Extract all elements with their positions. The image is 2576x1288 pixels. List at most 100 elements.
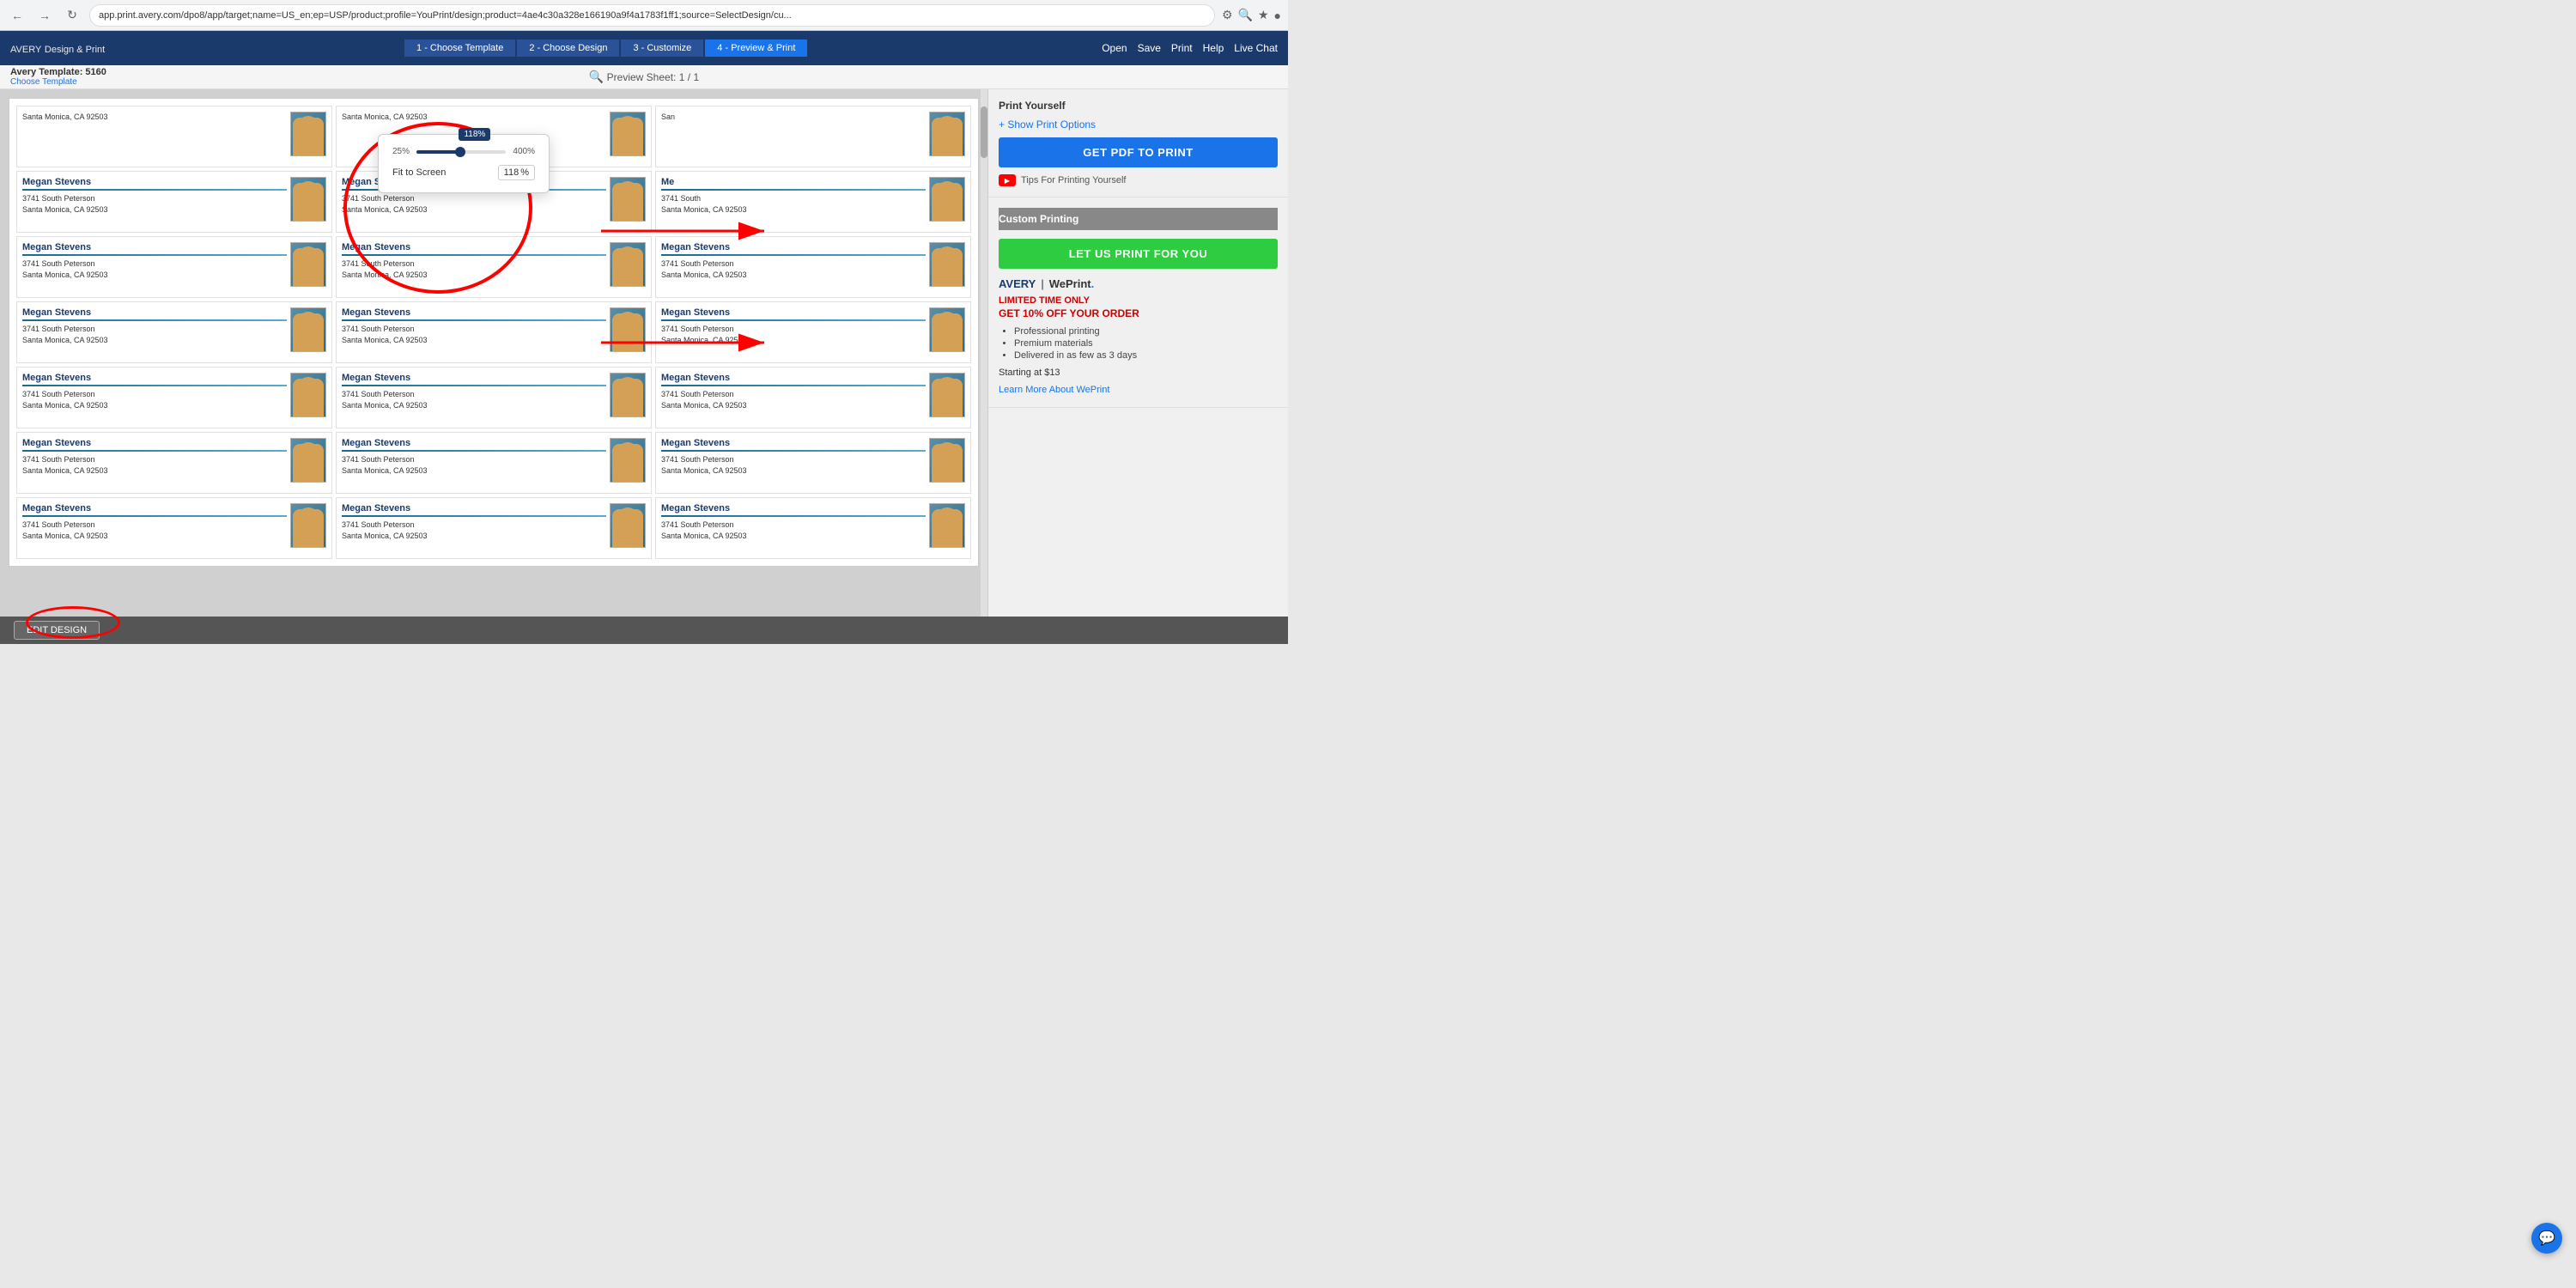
label-name: Megan Stevens [342, 438, 606, 448]
zoom-min-label: 25% [392, 147, 410, 156]
zoom-max-label: 400% [513, 147, 535, 156]
label-divider [22, 254, 287, 256]
label-name: Megan Stevens [661, 307, 926, 318]
url-bar[interactable]: app.print.avery.com/dpo8/app/target;name… [89, 4, 1215, 27]
label-name: Megan Stevens [22, 438, 287, 448]
label-text: Megan Stevens 3741 South PetersonSanta M… [342, 242, 606, 280]
list-item: Premium materials [1014, 338, 1278, 349]
table-row: Megan Stevens 3741 South PetersonSanta M… [655, 236, 971, 298]
label-image [610, 373, 646, 417]
logo-avery-text: AVERY [10, 45, 41, 55]
help-button[interactable]: Help [1203, 42, 1224, 54]
zoom-slider-thumb[interactable]: 118% [455, 147, 465, 157]
template-info: Avery Template: 5160 Choose Template [10, 67, 327, 87]
label-text: Santa Monica, CA 92503 [342, 112, 606, 123]
zoom-button[interactable]: 🔍 [589, 70, 604, 84]
open-button[interactable]: Open [1102, 42, 1127, 54]
print-button[interactable]: Print [1171, 42, 1193, 54]
label-image [290, 242, 326, 287]
show-print-options-link[interactable]: + Show Print Options [999, 118, 1278, 131]
zoom-slider[interactable]: 118% [416, 150, 506, 154]
url-text: app.print.avery.com/dpo8/app/target;name… [99, 10, 792, 21]
browser-icons: ⚙ 🔍 ★ ● [1222, 8, 1281, 22]
label-divider [342, 450, 606, 452]
label-divider [661, 450, 926, 452]
forward-button[interactable]: → [34, 5, 55, 26]
label-divider [22, 319, 287, 321]
label-address: 3741 South PetersonSanta Monica, CA 9250… [22, 193, 287, 215]
bottom-bar: EDIT DESIGN [0, 617, 1288, 644]
tips-link[interactable]: ▶ Tips For Printing Yourself [999, 174, 1278, 186]
preview-separator: / [688, 71, 690, 83]
change-template-link[interactable]: Choose Template [10, 77, 327, 87]
live-chat-button[interactable]: Live Chat [1234, 42, 1278, 54]
table-row: Megan Stevens 3741 South PetersonSanta M… [655, 301, 971, 363]
tips-label: Tips For Printing Yourself [1021, 175, 1126, 185]
label-image [610, 112, 646, 156]
step-1-button[interactable]: 1 - Choose Template [404, 39, 515, 57]
label-address: 3741 South PetersonSanta Monica, CA 9250… [22, 258, 287, 280]
label-address: 3741 South PetersonSanta Monica, CA 9250… [342, 324, 606, 345]
edit-design-button[interactable]: EDIT DESIGN [14, 621, 100, 640]
table-row: Megan Stevens 3741 South PetersonSanta M… [336, 301, 652, 363]
label-image [290, 177, 326, 222]
label-divider [661, 254, 926, 256]
header-steps: 1 - Choose Template 2 - Choose Design 3 … [110, 39, 1102, 57]
label-name: Megan Stevens [22, 373, 287, 383]
preview-label: Preview Sheet: [607, 71, 677, 83]
back-button[interactable]: ← [7, 5, 27, 26]
limited-time-label: LIMITED TIME ONLY [999, 295, 1278, 306]
table-row: Megan Stevens 3741 South PetersonSanta M… [16, 171, 332, 233]
custom-printing-section: Custom Printing LET US PRINT FOR YOU AVE… [988, 197, 1288, 408]
label-address: 3741 South PetersonSanta Monica, CA 9250… [661, 519, 926, 541]
chat-bubble[interactable]: 💬 [2531, 1223, 2562, 1254]
step-2-button[interactable]: 2 - Choose Design [517, 39, 619, 57]
label-address: 3741 SouthSanta Monica, CA 92503 [661, 193, 926, 215]
label-address: 3741 South PetersonSanta Monica, CA 9250… [342, 454, 606, 476]
label-name: Megan Stevens [342, 242, 606, 252]
learn-more-link[interactable]: Learn More About WePrint [999, 385, 1109, 395]
step-4-button[interactable]: 4 - Preview & Print [705, 39, 807, 57]
table-row: Megan Stevens 3741 South PetersonSanta M… [336, 432, 652, 494]
table-row: Megan Stevens 3741 South PetersonSanta M… [16, 236, 332, 298]
label-addr-top-0: Santa Monica, CA 92503 [22, 112, 287, 123]
zoom-fit-label: Fit to Screen [392, 167, 446, 178]
label-address: 3741 South PetersonSanta Monica, CA 9250… [22, 454, 287, 476]
label-name: Megan Stevens [342, 373, 606, 383]
label-address: 3741 South PetersonSanta Monica, CA 9250… [22, 519, 287, 541]
scroll-thumb[interactable] [981, 106, 987, 158]
label-divider [342, 254, 606, 256]
bookmark-icon: ★ [1258, 8, 1269, 22]
label-text: Megan Stevens 3741 South PetersonSanta M… [342, 307, 606, 345]
label-image [929, 242, 965, 287]
reload-button[interactable]: ↻ [62, 5, 82, 26]
brand-separator: | [1041, 277, 1043, 290]
label-address: 3741 South PetersonSanta Monica, CA 9250… [661, 258, 926, 280]
label-cell-top-0: Santa Monica, CA 92503 [16, 106, 332, 167]
label-image [290, 373, 326, 417]
custom-printing-title: Custom Printing [999, 208, 1278, 230]
label-address: 3741 South PetersonSanta Monica, CA 9250… [342, 193, 606, 215]
let-us-print-button[interactable]: LET US PRINT FOR YOU [999, 239, 1278, 269]
scrollbar[interactable] [981, 89, 987, 617]
avery-logo: AVERY Design & Print [10, 42, 105, 55]
label-name: Me [661, 177, 926, 187]
table-row: Megan Stevens 3741 South PetersonSanta M… [16, 432, 332, 494]
step-3-button[interactable]: 3 - Customize [621, 39, 703, 57]
save-button[interactable]: Save [1138, 42, 1161, 54]
label-name: Megan Stevens [22, 503, 287, 513]
label-text: Megan Stevens 3741 South PetersonSanta M… [22, 373, 287, 410]
label-image [610, 307, 646, 352]
label-image [290, 438, 326, 483]
weprint-text: WePrint [1049, 277, 1091, 290]
get-pdf-button[interactable]: GET PDF TO PRINT [999, 137, 1278, 167]
zoom-value-box: 118 % [498, 165, 535, 180]
label-divider [342, 385, 606, 386]
label-address: 3741 South PetersonSanta Monica, CA 9250… [22, 389, 287, 410]
label-image [290, 112, 326, 156]
label-text: Megan Stevens 3741 South PetersonSanta M… [342, 438, 606, 476]
print-yourself-section: Print Yourself + Show Print Options GET … [988, 89, 1288, 197]
zoom-icon: 🔍 [1238, 8, 1253, 22]
label-divider [661, 385, 926, 386]
label-name: Megan Stevens [342, 503, 606, 513]
